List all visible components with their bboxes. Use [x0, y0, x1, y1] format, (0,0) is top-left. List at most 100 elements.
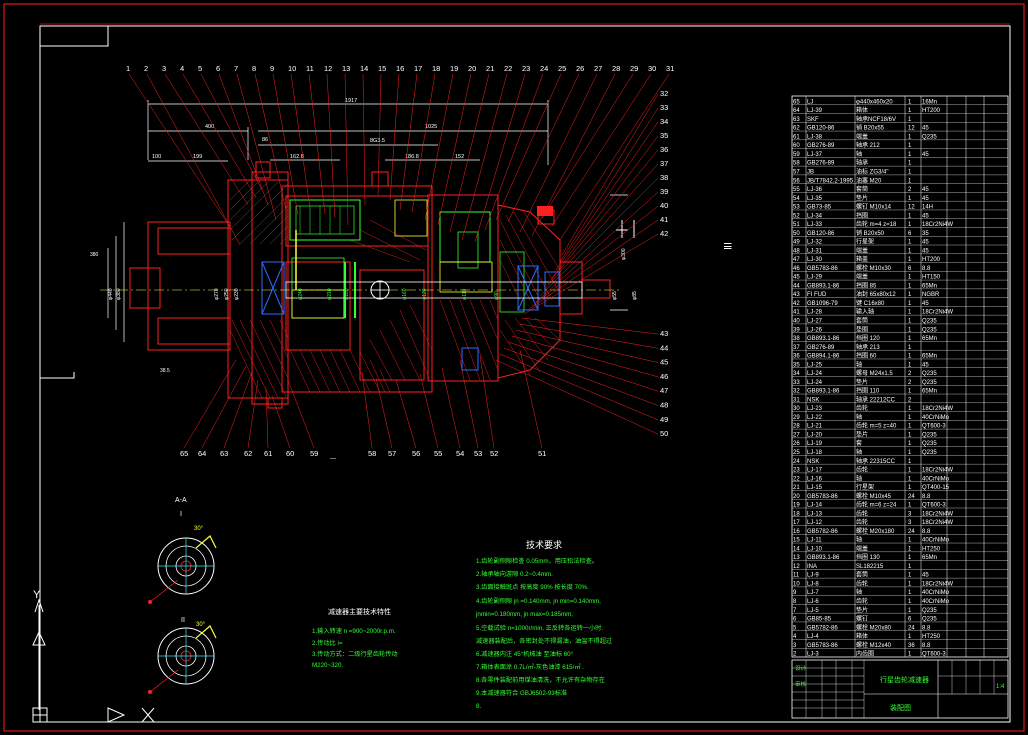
balloon-40[interactable]: 40 — [660, 201, 668, 210]
bom-row-31[interactable]: 31 NSK 轴承 22212CC 2 — [793, 395, 912, 403]
balloon-26[interactable]: 26 — [576, 64, 584, 73]
bom-row-17[interactable]: 17 LJ-12 齿轮 3 18Cr2Ni4W — [793, 518, 953, 526]
bom-row-28[interactable]: 28 LJ-21 齿轮 m=5 z=40 1 QT600-3 — [793, 422, 946, 430]
bom-row-30[interactable]: 30 LJ-23 齿轮 1 18Cr2Ni4W — [793, 404, 953, 412]
balloon-10[interactable]: 10 — [288, 64, 296, 73]
bom-row-3[interactable]: 3 GB5783-86 螺栓 M12x40 36 8.8 — [793, 641, 931, 649]
balloon-6[interactable]: 6 — [216, 64, 220, 73]
bom-row-4[interactable]: 4 LJ-4 箱体 1 HT250 — [793, 632, 941, 640]
bom-row-55[interactable]: 55 LJ-36 套筒 2 45 — [793, 185, 929, 193]
bom-row-54[interactable]: 54 LJ-35 垫片 1 45 — [793, 194, 929, 202]
bom-row-20[interactable]: 20 GB5783-86 螺栓 M10x45 24 8.8 — [793, 492, 931, 500]
bom-row-16[interactable]: 16 GB5782-86 螺栓 M20x180 24 8.8 — [793, 527, 931, 535]
balloon-53[interactable]: 53 — [474, 449, 482, 458]
bom-row-44[interactable]: 44 GB893.1-86 挡圈 85 1 65Mn — [793, 281, 937, 289]
bom-row-8[interactable]: 8 LJ-6 齿轮 1 40CrNiMo — [793, 597, 950, 605]
balloon-56[interactable]: 56 — [412, 449, 420, 458]
bom-row-5[interactable]: 5 GB5782-86 螺栓 M20x80 24 8.8 — [793, 623, 931, 631]
bom-row-64[interactable]: 64 LJ-39 箱体 1 HT200 — [793, 106, 941, 114]
bom-row-57[interactable]: 57 JB 油标 ZG3/4" 1 — [793, 167, 912, 175]
balloon-33[interactable]: 33 — [660, 103, 668, 112]
bom-row-24[interactable]: 24 NSK 轴承 22315CC 1 — [793, 457, 912, 465]
balloon-24[interactable]: 24 — [540, 64, 548, 73]
bom-row-34[interactable]: 34 LJ-24 螺母 M24x1.5 2 Q235 — [793, 369, 937, 377]
bom-row-45[interactable]: 45 LJ-29 端盖 1 HT150 — [793, 273, 941, 281]
balloon-14[interactable]: 14 — [360, 64, 368, 73]
balloon-3[interactable]: 3 — [162, 64, 166, 73]
bom-row-59[interactable]: 59 LJ-37 轴 1 45 — [793, 150, 929, 158]
bom-row-23[interactable]: 23 LJ-17 齿轮 1 18Cr2Ni4W — [793, 466, 953, 474]
bom-row-11[interactable]: 11 LJ-9 套筒 1 45 — [793, 571, 929, 579]
bom-row-39[interactable]: 39 LJ-26 垫圈 1 Q235 — [793, 325, 937, 333]
balloon-12[interactable]: 12 — [324, 64, 332, 73]
bom-row-63[interactable]: 63 SKF 轴承NCF18/6V 1 — [793, 115, 912, 123]
balloon-41[interactable]: 41 — [660, 215, 668, 224]
balloon-25[interactable]: 25 — [558, 64, 566, 73]
balloon-57[interactable]: 57 — [388, 449, 396, 458]
bom-row-21[interactable]: 21 LJ-15 行星架 1 QT400-15 — [793, 483, 950, 491]
balloon-31[interactable]: 31 — [666, 64, 674, 73]
balloon-50[interactable]: 50 — [660, 429, 668, 438]
bom-row-46[interactable]: 46 GB5783-86 螺栓 M10x30 6 8.8 — [793, 264, 931, 272]
balloon-27[interactable]: 27 — [594, 64, 602, 73]
balloon-37[interactable]: 37 — [660, 159, 668, 168]
balloon-32[interactable]: 32 — [660, 89, 668, 98]
balloon-19[interactable]: 19 — [450, 64, 458, 73]
bom-row-2[interactable]: 2 LJ-3 内齿圈 1 QT600-3 — [793, 650, 946, 658]
cad-drawing-canvas[interactable]: Y 1917 400 1025 8G3.5 162.8 199 100 86 1… — [0, 0, 1028, 735]
balloon-8[interactable]: 8 — [252, 64, 256, 73]
bom-row-7[interactable]: 7 LJ-5 垫片 1 Q235 — [793, 606, 937, 614]
balloon-39[interactable]: 39 — [660, 187, 668, 196]
bom-row-29[interactable]: 29 LJ-22 轴 1 40CrNiMo — [793, 413, 950, 421]
balloon-34[interactable]: 34 — [660, 117, 668, 126]
bom-row-37[interactable]: 37 GB276-89 轴承 213 1 — [793, 343, 912, 351]
bom-row-58[interactable]: 58 GB276-89 轴承 1 — [793, 159, 912, 167]
balloon-23[interactable]: 23 — [522, 64, 530, 73]
balloon-1[interactable]: 1 — [126, 64, 130, 73]
bom-row-25[interactable]: 25 LJ-18 轴 1 Q235 — [793, 448, 937, 456]
balloon-58[interactable]: 58 — [368, 449, 376, 458]
balloon-46[interactable]: 46 — [660, 372, 668, 381]
bom-row-10[interactable]: 10 LJ-8 齿轮 1 18Cr2Ni4W — [793, 579, 953, 587]
bom-row-52[interactable]: 52 LJ-34 挡圈 1 45 — [793, 211, 929, 219]
bom-row-26[interactable]: 26 LJ-19 套 1 Q235 — [793, 439, 937, 447]
balloon-51[interactable]: 51 — [538, 449, 546, 458]
balloon-44[interactable]: 44 — [660, 343, 668, 352]
bom-row-47[interactable]: 47 LJ-30 箱盖 1 HT200 — [793, 255, 941, 263]
balloon-55[interactable]: 55 — [434, 449, 442, 458]
bom-row-14[interactable]: 14 LJ-10 端盖 1 HT250 — [793, 544, 941, 552]
balloon-54[interactable]: 54 — [456, 449, 464, 458]
balloon-38[interactable]: 38 — [660, 173, 668, 182]
detail-view-ii[interactable]: II 30° — [148, 617, 217, 694]
bom-row-35[interactable]: 35 LJ-25 轴 1 45 — [793, 360, 929, 368]
bom-row-51[interactable]: 51 LJ-33 齿轮 m=4 z=18 1 18Cr2Ni4W — [793, 220, 953, 228]
bom-row-19[interactable]: 19 LJ-14 齿轮 m=6 z=24 1 QT600-3 — [793, 501, 946, 509]
balloon-30[interactable]: 30 — [648, 64, 656, 73]
bom-row-60[interactable]: 60 GB276-89 轴承 212 1 — [793, 141, 912, 149]
bom-row-33[interactable]: 33 LJ-24 垫片 2 Q235 — [793, 378, 937, 386]
bom-row-32[interactable]: 32 GB893.1-86 挡圈 110 1 65Mn — [793, 387, 937, 395]
bom-row-49[interactable]: 49 LJ-32 行星架 1 45 — [793, 238, 929, 246]
balloon-62[interactable]: 62 — [244, 449, 252, 458]
bill-of-materials[interactable]: 65 LJ φ440x460x20 1 16Mn64 LJ-39 箱体 1 HT20063 SKF… — [791, 95, 1009, 658]
balloon-15[interactable]: 15 — [378, 64, 386, 73]
title-block[interactable]: 行星齿轮减速器 1:4 装配图 设计审核 — [791, 659, 1009, 719]
bom-row-15[interactable]: 15 LJ-11 轴 1 40CrNiMo — [793, 536, 950, 544]
bom-row-27[interactable]: 27 LJ-20 垫片 1 Q235 — [793, 430, 937, 438]
balloon-49[interactable]: 49 — [660, 415, 668, 424]
balloon-47[interactable]: 47 — [660, 386, 668, 395]
balloon-7[interactable]: 7 — [234, 64, 238, 73]
bom-row-65[interactable]: 65 LJ φ440x460x20 1 16Mn — [793, 99, 937, 105]
balloon-18[interactable]: 18 — [432, 64, 440, 73]
bom-row-18[interactable]: 18 LJ-13 齿轮 3 18Cr2Ni4W — [793, 509, 953, 517]
balloon-9[interactable]: 9 — [270, 64, 274, 73]
balloon-16[interactable]: 16 — [396, 64, 404, 73]
balloon-63[interactable]: 63 — [220, 449, 228, 458]
bom-row-42[interactable]: 42 GB1096-79 键 C16x80 1 45 — [793, 299, 929, 307]
bom-row-22[interactable]: 22 LJ-16 轴 1 40CrNiMo — [793, 474, 950, 482]
bom-row-53[interactable]: 53 GB73-85 螺钉 M10x14 12 14H — [793, 203, 933, 211]
bom-row-36[interactable]: 36 GB894.1-86 挡圈 60 1 65Mn — [793, 352, 937, 360]
bom-row-6[interactable]: 6 GB85-85 螺钉 6 Q235 — [793, 615, 937, 623]
bom-row-40[interactable]: 40 LJ-27 套筒 1 Q235 — [793, 317, 937, 325]
bom-row-41[interactable]: 41 LJ-28 输入轴 1 18Cr2Ni4W — [793, 308, 953, 316]
